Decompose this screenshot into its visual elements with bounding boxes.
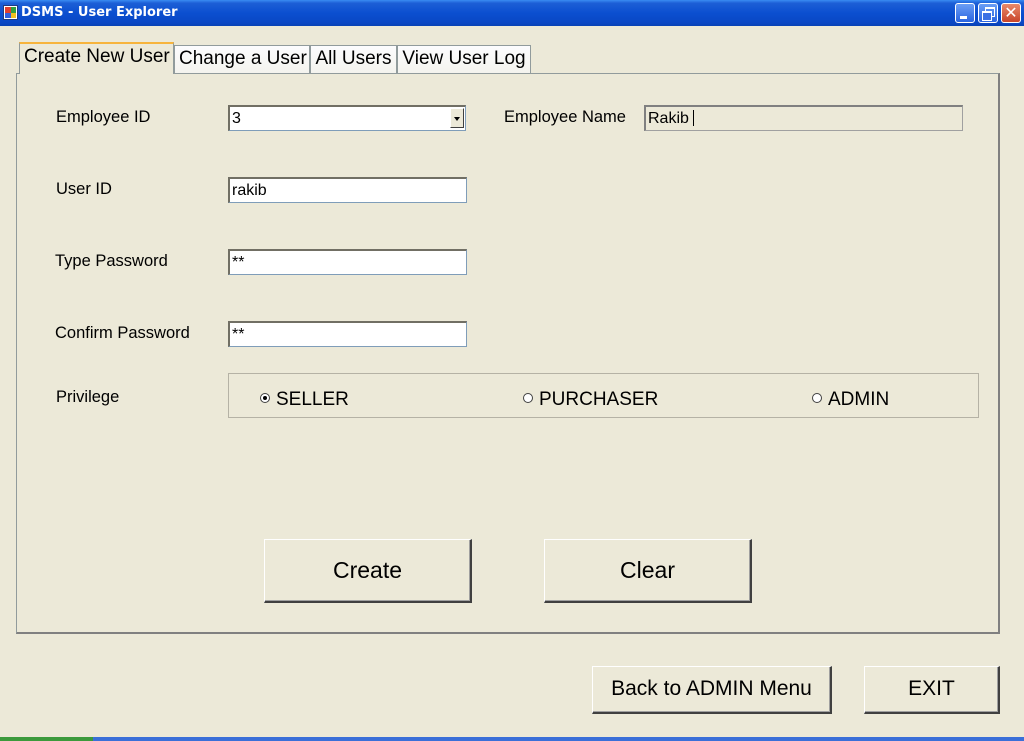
create-button[interactable]: Create [264,539,472,603]
restore-button[interactable] [978,3,998,23]
confirm-password-label: Confirm Password [55,324,190,342]
confirm-password-input[interactable]: ** [228,321,467,347]
password-input[interactable]: ** [228,249,467,275]
clear-button[interactable]: Clear [544,539,752,603]
employee-id-combo[interactable]: 3 [228,105,466,131]
tab-change-a-user[interactable]: Change a User [174,45,310,73]
employee-name-field[interactable]: Rakib [644,105,963,131]
radio-seller[interactable]: SELLER [260,389,349,411]
radio-purchaser-label: PURCHASER [539,389,659,410]
back-to-admin-menu-button[interactable]: Back to ADMIN Menu [592,666,832,714]
tab-create-new-user[interactable]: Create New User [19,42,174,74]
title-bar[interactable]: DSMS - User Explorer ✕ [0,0,1024,26]
employee-name-value: Rakib [648,110,689,127]
user-id-label: User ID [56,180,112,198]
exit-button[interactable]: EXIT [864,666,1000,714]
window-title: DSMS - User Explorer [21,5,178,20]
tab-all-users[interactable]: All Users [310,45,397,73]
employee-id-label: Employee ID [56,108,151,126]
radio-admin[interactable]: ADMIN [812,389,889,411]
close-icon: ✕ [1004,3,1018,22]
user-id-input[interactable]: rakib [228,177,467,203]
password-label: Type Password [55,252,168,270]
text-caret [692,110,694,126]
employee-id-value: 3 [232,110,241,127]
radio-purchaser[interactable]: PURCHASER [523,389,658,411]
radio-icon[interactable] [812,393,822,403]
privilege-label: Privilege [56,388,120,406]
employee-name-label: Employee Name [504,108,626,126]
app-icon[interactable] [3,5,18,20]
taskbar-edge [0,737,1024,741]
radio-seller-label: SELLER [276,389,349,410]
radio-icon[interactable] [260,393,270,403]
radio-admin-label: ADMIN [828,389,890,410]
minimize-icon [960,16,967,19]
chevron-down-icon[interactable] [450,108,464,128]
close-button[interactable]: ✕ [1001,3,1021,23]
radio-icon[interactable] [523,393,533,403]
minimize-button[interactable] [955,3,975,23]
tab-view-user-log[interactable]: View User Log [397,45,531,73]
tab-panel-create-new-user [16,73,1000,634]
